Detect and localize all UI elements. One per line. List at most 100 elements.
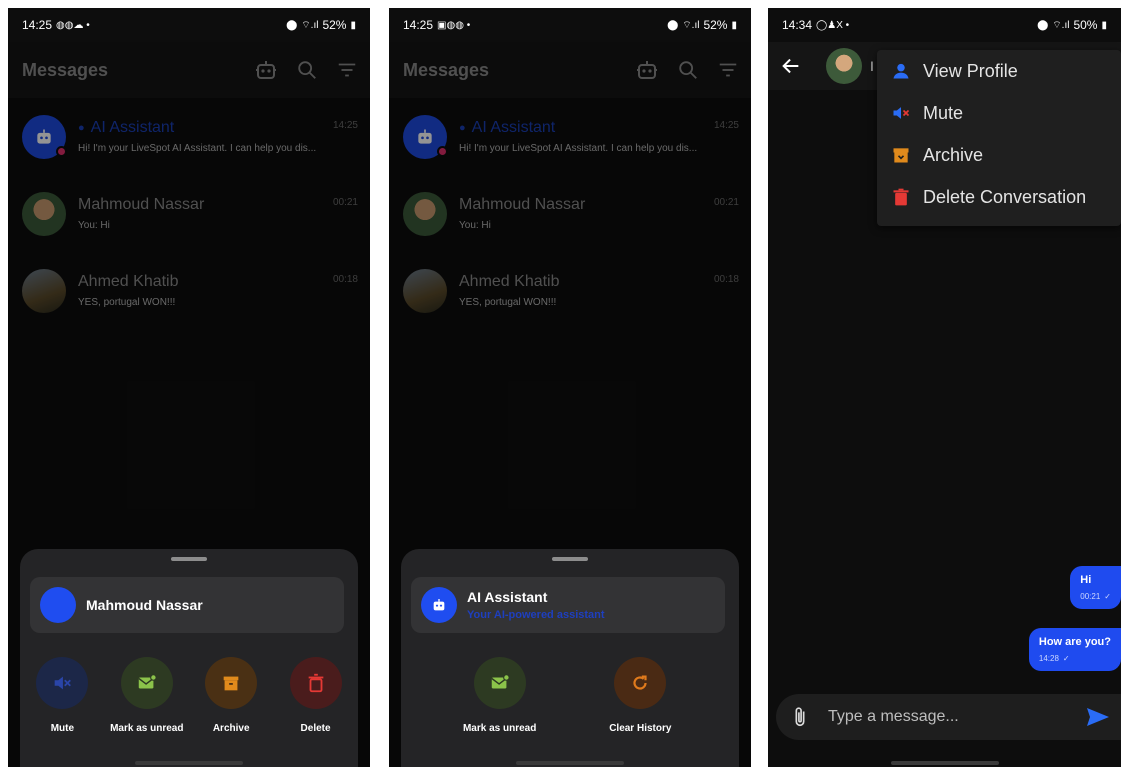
avatar — [421, 587, 457, 623]
search-icon[interactable] — [677, 59, 699, 81]
chat-time: 00:18 — [332, 274, 358, 285]
status-bar: 14:34 ◯♟X • ⬤ ⌔.ıl 50% ▮ — [768, 8, 1121, 42]
status-bar: 14:25 ▣◍◍ • ⬤ ⌔.ıl 52% ▮ — [389, 8, 751, 42]
action-label: Delete — [300, 723, 331, 734]
chat-item-ahmed-khatib[interactable]: Ahmed Khatib YES, portugal WON!!! 00:18 — [8, 252, 370, 329]
sheet-actions: Mute Mark as unread Archive Delete — [20, 657, 358, 734]
avatar[interactable] — [826, 48, 862, 84]
online-badge — [437, 145, 448, 157]
chat-item-mahmoud-nassar[interactable]: Mahmoud Nassar You: Hi 00:21 — [389, 175, 751, 252]
chat-item-ai-assistant[interactable]: ● AI Assistant Hi! I'm your LiveSpot AI A… — [389, 98, 751, 175]
menu-label: Delete Conversation — [923, 186, 1087, 207]
archive-icon — [205, 657, 258, 709]
archive-button[interactable]: Archive — [189, 657, 273, 734]
status-time: 14:34 — [782, 18, 813, 32]
chat-name: AI Assistant — [90, 119, 175, 136]
contact-name: Mahmoud Nassar — [86, 597, 203, 613]
clear-history-button[interactable]: Clear History — [598, 657, 682, 734]
chat-time: 00:21 — [332, 197, 358, 208]
robot-icon — [433, 599, 445, 611]
menu-item-delete-conversation[interactable]: Delete Conversation — [877, 176, 1121, 218]
contact-card: Mahmoud Nassar — [30, 577, 344, 633]
screen-messages-ai-sheet: 14:25 ▣◍◍ • ⬤ ⌔.ıl 52% ▮ Messages ● AI As… — [389, 8, 751, 767]
signal-icon: ⌔.ıl — [682, 19, 700, 31]
app-header: Messages — [389, 42, 751, 98]
chat-preview: Hi! I'm your LiveSpot AI Assistant. I ca… — [78, 143, 317, 154]
message-input[interactable]: Type a message... — [828, 708, 1085, 726]
chat-preview: You: Hi — [459, 220, 491, 231]
message-composer: Type a message... — [776, 694, 1121, 740]
notification-icons: ◯♟X • — [816, 19, 850, 31]
filter-icon[interactable] — [336, 59, 358, 81]
robot-icon[interactable] — [254, 58, 278, 82]
chat-name: Mahmoud Nassar — [78, 196, 205, 213]
menu-label: View Profile — [923, 60, 1018, 81]
location-icon: ⬤ — [667, 19, 679, 31]
robot-icon: ● — [459, 122, 466, 134]
robot-icon[interactable] — [635, 58, 659, 82]
message-text: Hi — [1080, 574, 1092, 586]
mark-as-unread-button[interactable]: Mark as unread — [105, 657, 189, 734]
menu-item-archive[interactable]: Archive — [877, 134, 1121, 176]
chat-name: Mahmoud Nassar — [459, 196, 586, 213]
app-header: Messages — [8, 42, 370, 98]
chat-item-ai-assistant[interactable]: ● AI Assistant Hi! I'm your LiveSpot AI A… — [8, 98, 370, 175]
menu-label: Mute — [923, 102, 964, 123]
battery-icon: ▮ — [350, 19, 356, 31]
bottom-sheet: Mahmoud Nassar Mute Mark as unread Archi… — [20, 549, 358, 767]
drag-handle[interactable] — [171, 557, 207, 561]
message-bubble[interactable]: How are you? 14:28 ✓ — [1028, 628, 1121, 671]
message-bubble[interactable]: Hi 00:21 ✓ — [1070, 566, 1121, 609]
action-label: Archive — [212, 723, 250, 734]
avatar — [403, 268, 447, 313]
screen-chat-menu: 14:34 ◯♟X • ⬤ ⌔.ıl 50% ▮ I Hi 00:21 ✓ How… — [768, 8, 1121, 767]
chat-preview: YES, portugal WON!!! — [78, 297, 176, 308]
chat-list: ● AI Assistant Hi! I'm your LiveSpot AI A… — [389, 98, 751, 329]
check-icon: ✓ — [1062, 654, 1070, 663]
avatar — [22, 114, 67, 159]
message-text: How are you? — [1038, 636, 1111, 648]
battery-level: 52% — [703, 18, 728, 32]
contact-name: AI Assistant — [467, 589, 548, 605]
back-arrow-icon[interactable] — [780, 55, 802, 77]
menu-item-view-profile[interactable]: View Profile — [877, 50, 1121, 92]
status-bar: 14:25 ◍◍☁ • ⬤ ⌔.ıl 52% ▮ — [8, 8, 370, 42]
search-icon[interactable] — [296, 59, 318, 81]
page-title: Messages — [22, 59, 109, 80]
mute-icon — [36, 657, 89, 709]
contact-name: I — [870, 58, 874, 74]
page-title: Messages — [403, 59, 490, 80]
chat-item-mahmoud-nassar[interactable]: Mahmoud Nassar You: Hi 00:21 — [8, 175, 370, 252]
battery-icon: ▮ — [731, 19, 737, 31]
mark-as-unread-button[interactable]: Mark as unread — [458, 657, 542, 734]
avatar — [403, 114, 448, 159]
send-icon[interactable] — [1085, 705, 1111, 729]
home-indicator — [890, 761, 999, 765]
message-time: 14:28 — [1038, 654, 1059, 663]
mute-icon — [893, 107, 910, 119]
chat-time: 14:25 — [713, 120, 739, 131]
signal-icon: ⌔.ıl — [1052, 19, 1070, 31]
archive-icon — [893, 148, 909, 163]
delete-button[interactable]: Delete — [274, 657, 358, 734]
screen-messages-contact-sheet: 14:25 ◍◍☁ • ⬤ ⌔.ıl 52% ▮ Messages ● AI As… — [8, 8, 370, 767]
status-time: 14:25 — [403, 18, 434, 32]
robot-icon — [37, 129, 51, 144]
attachment-icon[interactable] — [790, 706, 810, 728]
location-icon: ⬤ — [286, 19, 298, 31]
chat-time: 00:21 — [713, 197, 739, 208]
menu-item-mute[interactable]: Mute — [877, 92, 1121, 134]
chat-name: Ahmed Khatib — [459, 273, 560, 290]
mute-button[interactable]: Mute — [20, 657, 104, 734]
drag-handle[interactable] — [552, 557, 588, 561]
chat-item-ahmed-khatib[interactable]: Ahmed Khatib YES, portugal WON!!! 00:18 — [389, 252, 751, 329]
mark-unread-icon — [473, 657, 526, 709]
chat-preview: You: Hi — [78, 220, 110, 231]
chat-time: 00:18 — [713, 274, 739, 285]
chat-preview: Hi! I'm your LiveSpot AI Assistant. I ca… — [459, 143, 698, 154]
contact-subtitle: Your AI-powered assistant — [467, 609, 605, 621]
filter-icon[interactable] — [717, 59, 739, 81]
check-icon: ✓ — [1104, 592, 1111, 601]
trash-icon — [289, 657, 342, 709]
action-label: Mark as unread — [462, 723, 537, 734]
